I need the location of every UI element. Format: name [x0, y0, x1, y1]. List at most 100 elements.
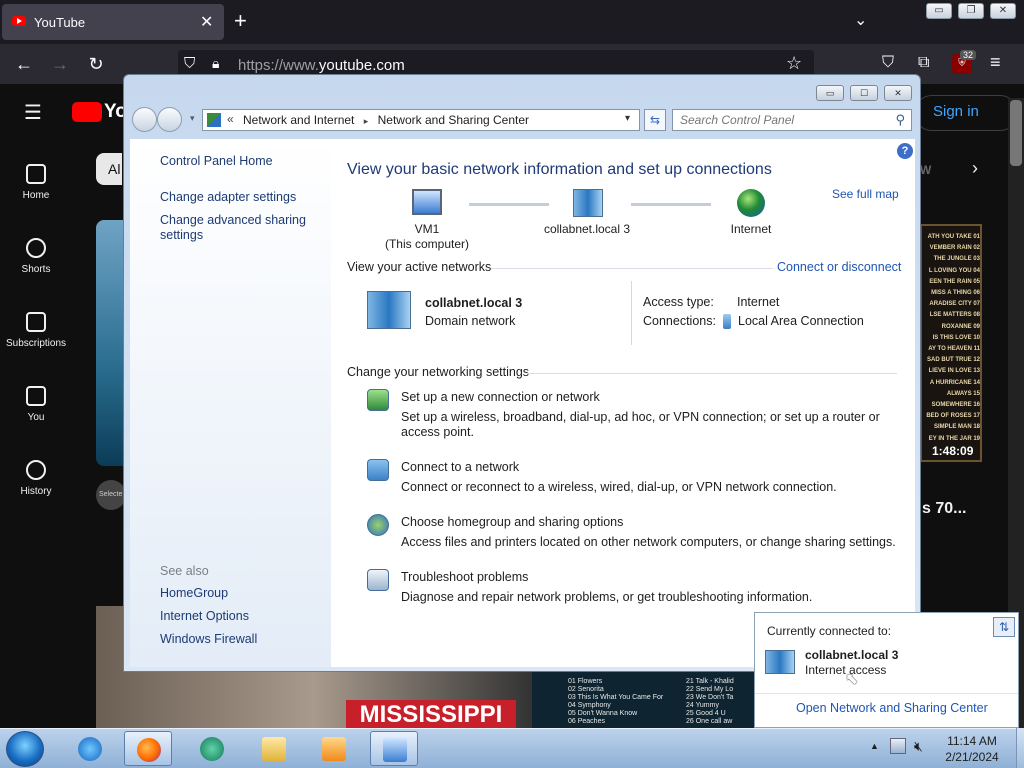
yt-nav-history[interactable]: History [0, 460, 72, 497]
network-tray-icon[interactable] [890, 738, 906, 754]
taskbar-control-panel[interactable] [370, 731, 418, 766]
cp-back-icon[interactable] [132, 107, 157, 132]
shield-icon[interactable]: ⛉ [184, 55, 195, 72]
video-thumbnail[interactable] [96, 220, 126, 466]
home-icon [26, 164, 46, 184]
channel-avatar[interactable]: Selecte [96, 480, 126, 510]
domain-network-icon[interactable] [573, 189, 603, 217]
connect-to-network-desc: Connect or reconnect to a wireless, wire… [401, 480, 837, 494]
taskbar-app[interactable] [188, 731, 236, 766]
homegroup-link[interactable]: HomeGroup [160, 586, 228, 601]
video-thumbnail-playlist[interactable]: ATH YOU TAKE 01 VEMBER RAIN 02 THE JUNGLE … [920, 224, 982, 462]
internet-options-link[interactable]: Internet Options [160, 609, 249, 624]
taskbar-explorer[interactable] [250, 731, 298, 766]
list-all-tabs-icon[interactable]: ⌄ [854, 10, 867, 30]
url-text[interactable]: https://www.youtube.com [238, 57, 405, 74]
setup-connection-link[interactable]: Set up a new connection or network [401, 390, 600, 405]
address-bar[interactable]: « Network and Internet ▸ Network and Sha… [202, 109, 640, 131]
list-item: 04 Symphony [568, 702, 611, 709]
breadcrumb-network-internet[interactable]: Network and Internet [243, 113, 354, 127]
menu-icon[interactable]: ≡ [990, 52, 1001, 73]
connect-or-disconnect-link[interactable]: Connect or disconnect [777, 260, 901, 274]
setup-connection-desc: Set up a wireless, broadband, dial-up, a… [401, 410, 880, 439]
chip-next-icon[interactable]: › [972, 158, 978, 179]
connect-to-network-link[interactable]: Connect to a network [401, 460, 519, 475]
yt-nav-home[interactable]: Home [0, 164, 72, 201]
reload-icon[interactable]: ↻ [84, 52, 108, 76]
url-prefix: https://www. [238, 57, 319, 74]
start-button[interactable] [6, 731, 44, 767]
search-icon[interactable]: ⚲ [895, 112, 905, 128]
breadcrumb: Network and Internet ▸ Network and Shari… [243, 113, 529, 127]
change-adapter-settings-link[interactable]: Change adapter settings [160, 190, 296, 205]
open-network-center-link[interactable]: Open Network and Sharing Center [796, 701, 988, 715]
cp-close-button[interactable]: ✕ [884, 85, 912, 101]
yt-chip-partial[interactable]: W [920, 163, 931, 177]
yt-nav-you[interactable]: You [0, 386, 72, 423]
taskbar-internet-explorer[interactable] [66, 731, 114, 766]
computer-icon[interactable] [412, 189, 442, 215]
forward-icon[interactable]: → [48, 52, 72, 76]
refresh-icon[interactable]: ⇆ [644, 109, 666, 131]
cp-minimize-button[interactable]: ▭ [816, 85, 844, 101]
control-panel-home-link[interactable]: Control Panel Home [160, 154, 273, 169]
windows-firewall-link[interactable]: Windows Firewall [160, 632, 257, 647]
flyout-refresh-icon[interactable]: ⇅ [993, 617, 1015, 637]
youtube-logo-icon[interactable] [72, 102, 102, 122]
restore-button[interactable]: ❐ [958, 3, 984, 19]
volume-muted-icon[interactable]: 🔇︎ [914, 738, 923, 755]
bookmark-star-icon[interactable]: ☆ [786, 53, 802, 74]
show-hidden-icons-icon[interactable]: ▲ [870, 741, 879, 751]
map-internet: Internet [730, 222, 772, 236]
active-network-name: collabnet.local 3 [425, 296, 523, 310]
new-tab-button[interactable]: + [234, 8, 247, 34]
tab-close-icon[interactable]: ✕ [200, 12, 213, 32]
yt-nav-shorts[interactable]: Shorts [0, 238, 72, 275]
sign-in-label: Sign in [933, 103, 979, 120]
active-network-type[interactable]: Domain network [425, 314, 515, 329]
browser-tab-youtube[interactable]: YouTube ✕ [2, 4, 224, 40]
extensions-icon[interactable]: ⧉ [918, 54, 929, 72]
minimize-button[interactable]: ▭ [926, 3, 952, 19]
flyout-network-name[interactable]: collabnet.local 3 [805, 648, 898, 662]
back-icon[interactable]: ← [12, 52, 36, 76]
address-dropdown-icon[interactable]: ▾ [625, 113, 630, 124]
help-icon[interactable]: ? [897, 143, 913, 159]
sign-in-button[interactable]: Sign in [914, 95, 1018, 131]
list-item: LIEVE IN LOVE 13 [928, 368, 980, 375]
see-full-map-link[interactable]: See full map [832, 187, 899, 201]
video-title[interactable]: s 70... [922, 500, 966, 518]
network-sharing-center-window: ▭ ☐ ✕ ▾ « Network and Internet ▸ Network… [123, 74, 921, 672]
change-advanced-sharing-link[interactable]: Change advanced sharing settings [160, 213, 310, 243]
taskbar-media-player[interactable] [310, 731, 358, 766]
cp-maximize-button[interactable]: ☐ [850, 85, 878, 101]
search-input[interactable]: Search Control Panel ⚲ [672, 109, 912, 131]
local-area-connection-link[interactable]: Local Area Connection [738, 314, 864, 329]
active-networks-heading: View your active networks [347, 260, 492, 274]
taskbar-firefox[interactable] [124, 731, 172, 766]
recent-pages-chevron-icon[interactable]: ▾ [190, 113, 195, 124]
page-title: View your basic network information and … [347, 161, 772, 178]
lock-icon[interactable]: 🔒︎ [212, 55, 219, 72]
internet-globe-icon[interactable] [737, 189, 765, 217]
clock[interactable]: 11:14 AM 2/21/2024 [930, 733, 1014, 765]
close-button[interactable]: ✕ [990, 3, 1016, 19]
active-network-icon[interactable] [367, 291, 411, 329]
yt-nav-subscriptions[interactable]: Subscriptions [0, 312, 72, 349]
show-desktop-button[interactable] [1016, 728, 1024, 768]
homegroup-sharing-link[interactable]: Choose homegroup and sharing options [401, 515, 623, 530]
pocket-icon[interactable]: ⛉ [882, 54, 894, 72]
hamburger-menu-icon[interactable]: ☰ [24, 100, 42, 125]
troubleshoot-link[interactable]: Troubleshoot problems [401, 570, 528, 585]
breadcrumb-overflow[interactable]: « [227, 112, 234, 126]
extension-badge: 32 [960, 50, 977, 60]
breadcrumb-arrow-icon[interactable]: ▸ [364, 116, 369, 126]
list-item: ARADISE CITY 07 [929, 301, 980, 308]
breadcrumb-network-sharing-center[interactable]: Network and Sharing Center [378, 113, 529, 127]
cp-forward-icon[interactable] [157, 107, 182, 132]
yt-chip-all[interactable]: Al [96, 153, 122, 185]
video-thumbnail-songs[interactable]: 01 Flowers 02 Senorita 03 This Is What You… [532, 672, 756, 728]
list-item: ATH YOU TAKE 01 [927, 234, 980, 240]
list-item: IS THIS LOVE 10 [932, 334, 980, 341]
list-item: A HURRICANE 14 [929, 379, 980, 386]
